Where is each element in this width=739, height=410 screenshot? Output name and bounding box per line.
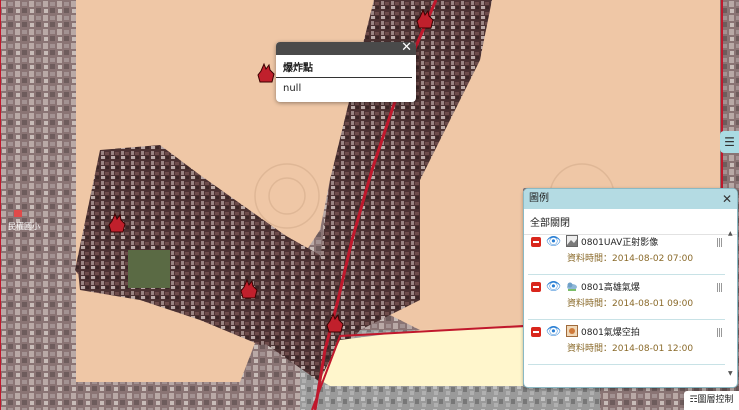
visibility-eye-icon[interactable]: 👁 <box>546 279 561 293</box>
menu-icon: ☰ <box>724 135 735 149</box>
legend-title: 圖例 <box>529 193 549 204</box>
scroll-down-icon[interactable]: ▼ <box>728 370 733 377</box>
legend-scrollbar[interactable]: ▲ ▼ <box>728 230 735 377</box>
drag-handle-icon[interactable] <box>717 328 723 337</box>
photo-icon <box>566 325 578 337</box>
visibility-eye-icon[interactable]: 👁 <box>546 234 561 248</box>
layer-name: 0801氣爆空拍 <box>581 328 640 338</box>
drag-handle-icon[interactable] <box>717 238 723 247</box>
image-icon <box>566 235 578 247</box>
remove-layer-icon[interactable] <box>531 282 541 292</box>
popup-header: ✕ <box>276 40 416 56</box>
layer-item: 👁 0801氣爆空拍 資料時間：2014-08-01 12:00 <box>528 320 725 365</box>
aerial-green <box>128 250 170 288</box>
school-label: 民權國小 <box>8 221 40 231</box>
menu-toggle-icon[interactable]: ☰ <box>720 131 739 153</box>
layer-date: 資料時間：2014-08-01 12:00 <box>567 344 694 354</box>
legend-panel: 圖例 ✕ 全部關閉 👁 0801UAV正射影像 資料時間：2014-08-02 … <box>523 188 738 388</box>
layer-control-button[interactable]: ☶圖層控制 <box>684 391 739 410</box>
legend-close-icon[interactable]: ✕ <box>722 189 732 209</box>
weather-icon <box>567 282 577 291</box>
feature-popup: ✕ 爆炸點 null <box>276 40 416 102</box>
popup-close-icon[interactable]: ✕ <box>401 40 412 56</box>
visibility-eye-icon[interactable]: 👁 <box>546 324 561 338</box>
layer-name: 0801UAV正射影像 <box>581 238 659 248</box>
remove-layer-icon[interactable] <box>531 237 541 247</box>
drag-handle-icon[interactable] <box>717 283 723 292</box>
layer-item: 👁 0801高雄氣爆 資料時間：2014-08-01 09:00 <box>528 275 725 320</box>
layer-date: 資料時間：2014-08-01 09:00 <box>567 299 694 309</box>
school-marker <box>14 210 22 217</box>
layer-item: 👁 0801UAV正射影像 資料時間：2014-08-02 07:00 <box>528 230 725 275</box>
layer-date: 資料時間：2014-08-02 07:00 <box>567 254 694 264</box>
layer-list: 👁 0801UAV正射影像 資料時間：2014-08-02 07:00 👁 08… <box>528 230 725 365</box>
remove-layer-icon[interactable] <box>531 327 541 337</box>
legend-header: 圖例 ✕ <box>524 189 737 209</box>
popup-title: 爆炸點 <box>276 55 412 78</box>
layer-name: 0801高雄氣爆 <box>581 283 640 293</box>
scroll-up-icon[interactable]: ▲ <box>728 230 733 237</box>
popup-value: null <box>283 83 302 94</box>
